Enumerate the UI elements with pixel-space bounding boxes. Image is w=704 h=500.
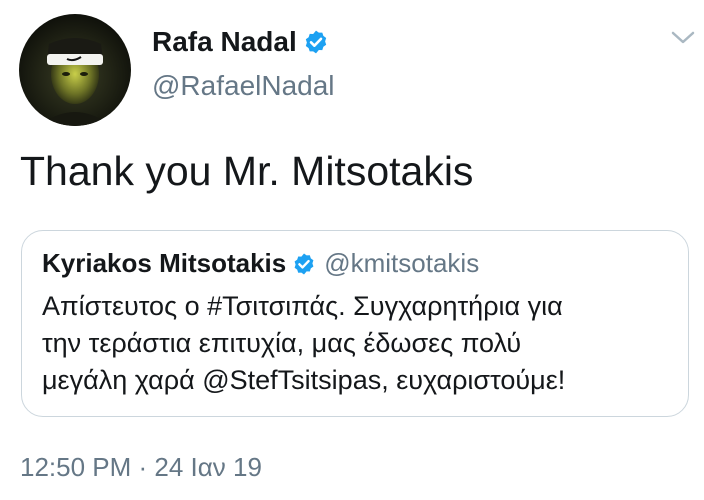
quoted-text-line: την τεράστια επιτυχία, μας έδωσες πολύ — [42, 328, 522, 358]
avatar-image — [19, 14, 131, 126]
quoted-tweet-header: Kyriakos Mitsotakis @kmitsotakis — [42, 248, 479, 283]
tweet-timestamp[interactable]: 12:50 PM · 24 Ιαν 19 — [20, 452, 262, 483]
quoted-tweet-text: Απίστευτος ο #Τσιτσιπάς. Συγχαρητήρια γι… — [42, 288, 682, 399]
author-display-name[interactable]: Rafa Nadal — [152, 26, 329, 62]
author-handle[interactable]: @RafaelNadal — [152, 70, 335, 102]
quoted-text-line: Απίστευτος ο #Τσιτσιπάς. Συγχαρητήρια γι… — [42, 291, 563, 321]
tweet-card: Rafa Nadal @RafaelNadal Thank you Mr. Mi… — [0, 0, 704, 500]
author-name-text: Rafa Nadal — [152, 26, 297, 57]
verified-badge-icon — [292, 252, 316, 283]
chevron-down-icon[interactable] — [670, 28, 696, 48]
avatar[interactable] — [19, 14, 131, 126]
verified-badge-icon — [303, 29, 329, 62]
quoted-text-line: μεγάλη χαρά @StefTsitsipas, ευχαριστούμε… — [42, 365, 566, 395]
quoted-author-name: Kyriakos Mitsotakis — [42, 248, 287, 278]
tweet-text: Thank you Mr. Mitsotakis — [20, 148, 474, 194]
quoted-author-handle: @kmitsotakis — [324, 248, 480, 278]
quoted-tweet[interactable]: Kyriakos Mitsotakis @kmitsotakis Απίστευτ… — [21, 230, 689, 417]
